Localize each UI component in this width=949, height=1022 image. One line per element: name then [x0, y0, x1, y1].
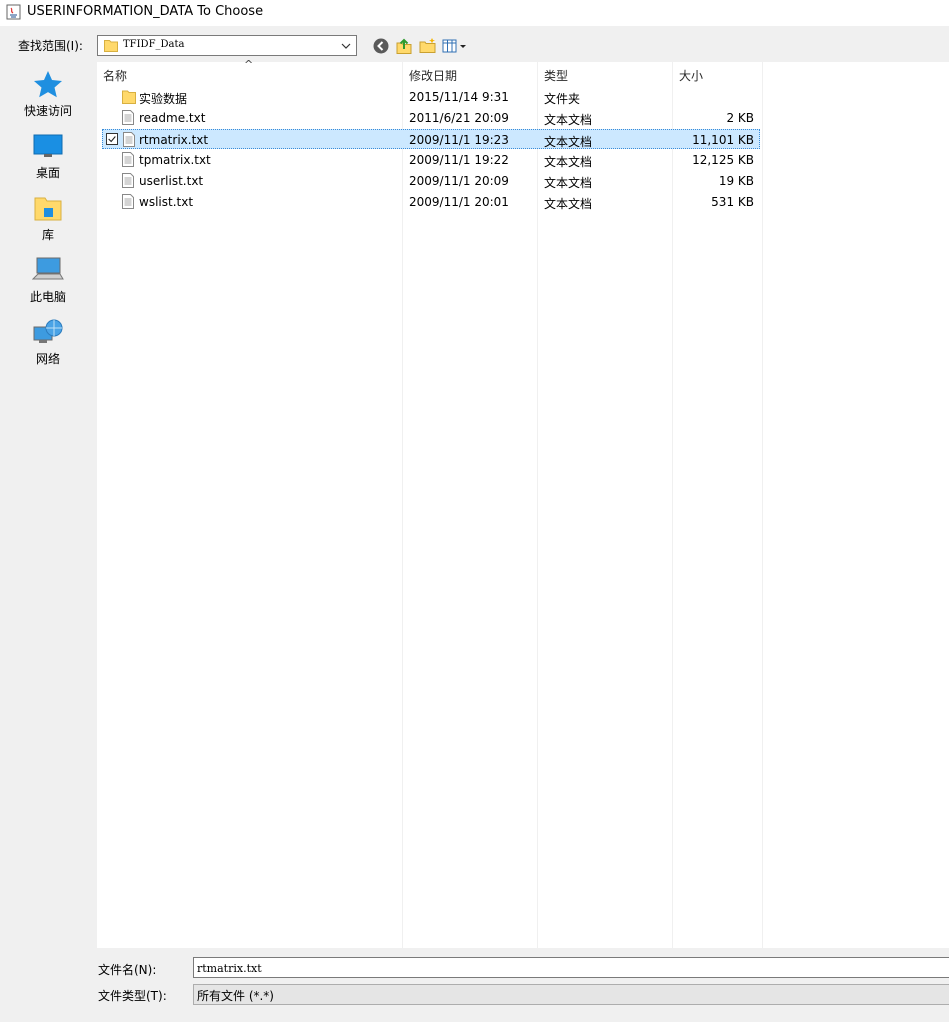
file-type: 文本文档	[544, 155, 593, 169]
text-file-icon	[122, 194, 134, 209]
text-file-icon	[122, 152, 134, 167]
column-header-size[interactable]: 大小	[679, 67, 703, 84]
file-type: 文本文档	[544, 176, 593, 190]
file-type: 文件夹	[544, 92, 581, 106]
list-item[interactable]: 实验数据 2015/11/14 9:31 文件夹	[102, 87, 760, 107]
text-file-icon	[122, 110, 134, 125]
list-item[interactable]: userlist.txt 2009/11/1 20:09 文本文档 19 KB	[102, 171, 760, 191]
file-type: 文本文档	[544, 197, 593, 211]
library-icon	[34, 197, 62, 221]
back-button-icon[interactable]	[372, 37, 390, 55]
file-name: readme.txt	[139, 111, 206, 125]
new-folder-icon[interactable]	[419, 37, 437, 55]
place-desktop[interactable]: 桌面	[0, 128, 96, 186]
java-app-icon	[6, 4, 21, 20]
places-bar: 快速访问 桌面 库 此电脑 网络	[0, 62, 96, 1022]
file-modified: 2009/11/1 19:23	[409, 133, 509, 147]
checkbox-checked-icon[interactable]	[106, 133, 118, 145]
place-label: 库	[41, 228, 54, 242]
place-library[interactable]: 库	[0, 190, 96, 248]
file-size: 2 KB	[726, 111, 754, 125]
look-in-combo[interactable]: TFIDF_Data	[97, 35, 357, 56]
network-icon	[33, 319, 63, 343]
column-divider[interactable]	[762, 62, 763, 948]
column-header-type[interactable]: 类型	[544, 67, 568, 84]
this-pc-icon	[32, 257, 64, 280]
folder-icon	[122, 90, 136, 104]
file-name-label: 文件名(N):	[98, 963, 157, 977]
file-modified: 2009/11/1 20:09	[409, 174, 509, 188]
text-file-icon	[122, 173, 134, 188]
list-item[interactable]: tpmatrix.txt 2009/11/1 19:22 文本文档 12,125…	[102, 150, 760, 170]
up-folder-icon[interactable]	[395, 37, 413, 55]
file-size: 12,125 KB	[692, 153, 754, 167]
list-item-selected[interactable]: rtmatrix.txt 2009/11/1 19:23 文本文档 11,101…	[102, 129, 760, 149]
file-size: 531 KB	[711, 195, 754, 209]
file-modified: 2009/11/1 19:22	[409, 153, 509, 167]
place-label: 桌面	[35, 166, 60, 180]
place-this-pc[interactable]: 此电脑	[0, 252, 96, 310]
file-name-input[interactable]	[193, 957, 949, 978]
file-modified: 2009/11/1 20:01	[409, 195, 509, 209]
window-title: USERINFORMATION_DATA To Choose	[27, 4, 264, 19]
quick-access-star-icon	[34, 71, 62, 98]
file-name: tpmatrix.txt	[139, 153, 211, 167]
place-label: 网络	[35, 352, 60, 366]
file-name: userlist.txt	[139, 174, 204, 188]
place-quick-access[interactable]: 快速访问	[0, 66, 96, 124]
place-label: 快速访问	[23, 104, 72, 118]
desktop-icon	[33, 134, 63, 157]
column-header-name[interactable]: 名称	[103, 67, 127, 84]
file-name: wslist.txt	[139, 195, 194, 209]
file-type-label: 文件类型(T):	[98, 989, 167, 1003]
look-in-label: 查找范围(I):	[18, 39, 83, 53]
place-label: 此电脑	[29, 290, 66, 304]
file-type-combo[interactable]: 所有文件 (*.*)	[193, 984, 949, 1005]
file-modified: 2011/6/21 20:09	[409, 111, 509, 125]
list-item[interactable]: wslist.txt 2009/11/1 20:01 文本文档 531 KB	[102, 192, 760, 212]
file-name: 实验数据	[139, 92, 188, 106]
look-in-value: TFIDF_Data	[123, 39, 185, 50]
text-file-icon	[123, 132, 135, 147]
view-menu-icon[interactable]	[442, 37, 470, 55]
file-size: 11,101 KB	[692, 133, 754, 147]
folder-icon	[104, 40, 118, 52]
title-bar: USERINFORMATION_DATA To Choose	[0, 0, 949, 26]
file-size: 19 KB	[718, 174, 754, 188]
file-type: 文本文档	[544, 135, 593, 149]
file-type: 文本文档	[544, 113, 593, 127]
list-item[interactable]: readme.txt 2011/6/21 20:09 文本文档 2 KB	[102, 108, 760, 128]
file-list[interactable]: ^ 名称 修改日期 类型 大小 实验数据 2015/11/14 9:31 文件夹…	[97, 58, 949, 948]
place-network[interactable]: 网络	[0, 314, 96, 372]
column-header-modified[interactable]: 修改日期	[409, 67, 457, 84]
sort-ascending-icon: ^	[244, 58, 254, 71]
file-type-value: 所有文件 (*.*)	[197, 989, 274, 1003]
file-name: rtmatrix.txt	[139, 133, 209, 147]
chevron-down-icon[interactable]	[339, 38, 353, 53]
file-modified: 2015/11/14 9:31	[409, 90, 509, 104]
